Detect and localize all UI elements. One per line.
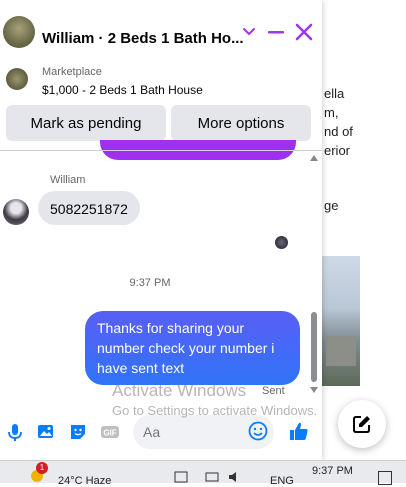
- background-house-photo: [322, 256, 360, 386]
- emoji-icon[interactable]: [248, 421, 268, 441]
- windows-taskbar: 1 24°C Haze ENG 9:37 PM: [0, 460, 406, 487]
- svg-text:GIF: GIF: [103, 429, 116, 438]
- activate-windows-title: Activate Windows: [112, 381, 247, 400]
- scroll-down-arrow-icon[interactable]: [310, 387, 318, 393]
- volume-icon[interactable]: [228, 471, 242, 483]
- show-desktop-icon[interactable]: [378, 471, 392, 485]
- like-icon[interactable]: [288, 420, 310, 442]
- listing-thumbnail: [6, 68, 28, 90]
- gif-icon[interactable]: GIF: [100, 422, 120, 442]
- marketplace-listing-row[interactable]: Marketplace $1,000 - 2 Beds 1 Bath House: [0, 56, 322, 104]
- new-message-button[interactable]: [338, 400, 386, 448]
- bg-text-line: erior: [324, 143, 351, 158]
- photo-icon[interactable]: [36, 422, 56, 442]
- close-icon[interactable]: [294, 22, 314, 42]
- bg-text-line: nd of: [324, 124, 353, 139]
- outgoing-message[interactable]: Thanks for sharing your number check you…: [85, 311, 300, 385]
- language-indicator[interactable]: ENG: [270, 475, 294, 487]
- tray-icon[interactable]: [174, 471, 188, 483]
- scroll-up-arrow-icon[interactable]: [310, 155, 318, 161]
- microphone-icon[interactable]: [5, 422, 25, 442]
- more-options-button[interactable]: More options: [171, 105, 311, 141]
- chat-header[interactable]: William · 2 Beds 1 Bath Ho...: [0, 8, 322, 54]
- message-timestamp: 9:37 PM: [129, 277, 171, 289]
- sender-name: William: [50, 174, 86, 186]
- bg-text-line: ge: [324, 198, 339, 213]
- marketplace-label: Marketplace: [42, 66, 102, 78]
- weather-text[interactable]: 24°C Haze: [58, 475, 111, 487]
- notification-badge: 1: [36, 462, 48, 474]
- seen-avatar: [275, 236, 288, 249]
- bg-text-line: ella: [324, 86, 345, 101]
- activate-windows-subtitle: Go to Settings to activate Windows.: [112, 403, 318, 418]
- sent-status: Sent: [262, 385, 285, 397]
- compose-icon: [353, 416, 370, 433]
- minimize-icon[interactable]: [266, 22, 286, 42]
- scrollbar[interactable]: [309, 155, 319, 395]
- listing-avatar: [3, 16, 35, 48]
- bg-text-line: m,: [324, 105, 339, 120]
- mark-as-pending-button[interactable]: Mark as pending: [6, 105, 166, 141]
- header-divider: [0, 150, 322, 151]
- scrollbar-thumb[interactable]: [311, 312, 317, 382]
- listing-title[interactable]: $1,000 - 2 Beds 1 Bath House: [42, 83, 203, 97]
- avatar[interactable]: [3, 199, 29, 225]
- taskbar-clock[interactable]: 9:37 PM: [312, 465, 353, 477]
- chat-title[interactable]: William · 2 Beds 1 Bath Ho...: [42, 30, 244, 47]
- incoming-message[interactable]: 5082251872: [38, 191, 140, 225]
- chevron-down-icon[interactable]: [239, 22, 259, 42]
- sticker-icon[interactable]: [68, 422, 88, 442]
- network-icon[interactable]: [205, 471, 219, 483]
